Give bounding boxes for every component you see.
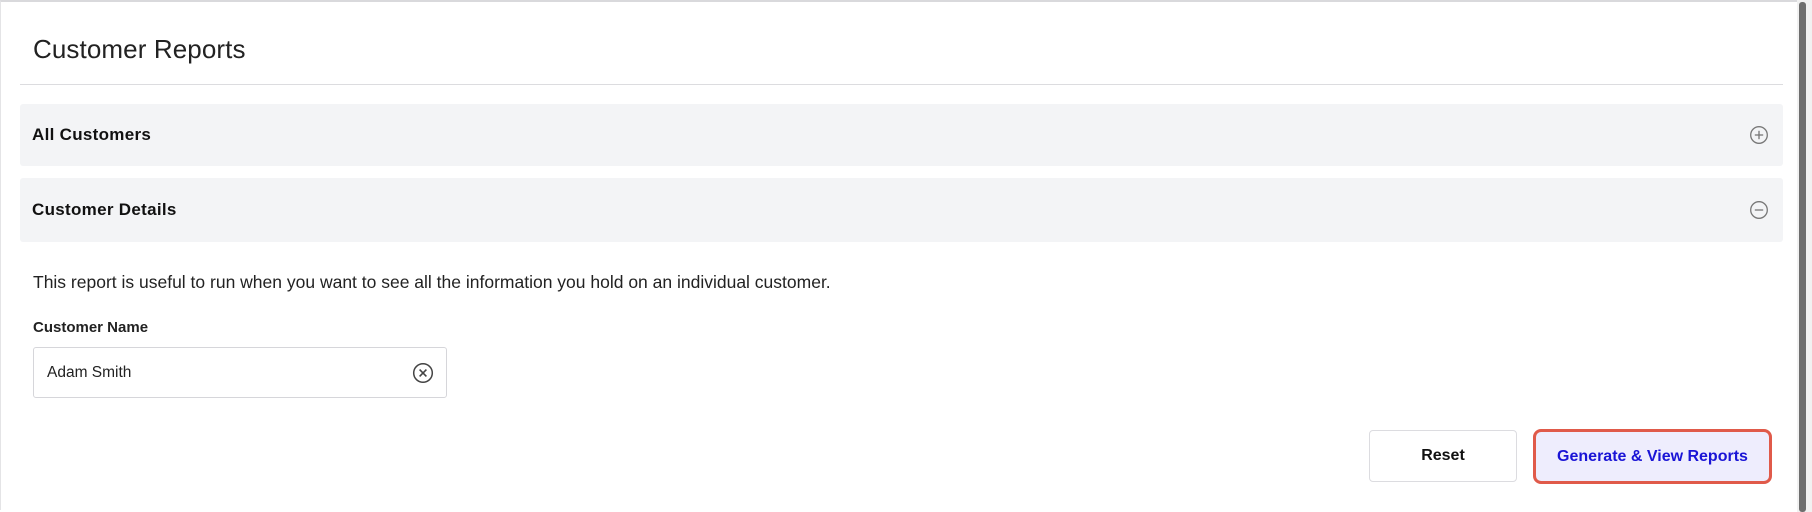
title-divider xyxy=(20,84,1783,85)
minus-circle-icon[interactable] xyxy=(1749,200,1769,220)
report-panel xyxy=(0,0,1797,510)
customer-name-field[interactable]: Adam Smith xyxy=(33,347,447,398)
customer-name-value[interactable]: Adam Smith xyxy=(47,364,131,382)
accordion-label: All Customers xyxy=(32,125,152,144)
page-title: Customer Reports xyxy=(33,34,246,64)
plus-circle-icon[interactable] xyxy=(1749,125,1769,145)
reset-button[interactable]: Reset xyxy=(1369,430,1517,482)
report-description: This report is useful to run when you wa… xyxy=(33,272,831,292)
accordion-customer-details[interactable]: Customer Details xyxy=(20,178,1783,242)
customer-name-label: Customer Name xyxy=(33,319,149,336)
accordion-all-customers[interactable]: All Customers xyxy=(20,104,1783,166)
clear-circle-icon[interactable] xyxy=(412,362,434,384)
scrollbar-thumb[interactable] xyxy=(1799,2,1806,512)
generate-view-reports-button[interactable]: Generate & View Reports xyxy=(1533,429,1772,484)
accordion-label: Customer Details xyxy=(32,200,177,219)
